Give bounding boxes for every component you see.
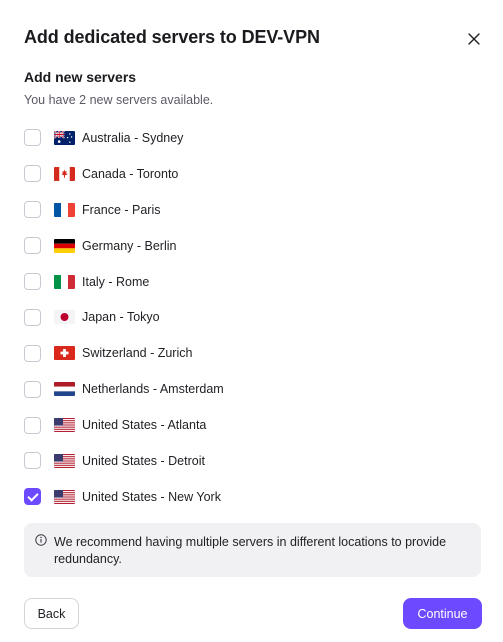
server-checkbox[interactable] bbox=[24, 416, 41, 434]
server-checkbox[interactable] bbox=[24, 308, 41, 326]
server-label: Australia - Sydney bbox=[82, 130, 184, 145]
australia-flag-icon bbox=[54, 130, 75, 145]
server-checkbox[interactable] bbox=[24, 273, 41, 290]
switzerland-flag-icon bbox=[54, 346, 75, 361]
server-checkbox[interactable] bbox=[24, 380, 41, 398]
united-states-flag-icon bbox=[54, 453, 75, 468]
server-row-switzerland-zurich[interactable]: Switzerland - Zurich bbox=[24, 335, 484, 371]
close-icon bbox=[468, 33, 480, 45]
section-subtitle: You have 2 new servers available. bbox=[24, 93, 214, 107]
note-text: We recommend having multiple servers in … bbox=[54, 535, 447, 566]
server-checkbox-checked[interactable] bbox=[24, 488, 41, 506]
server-label: Germany - Berlin bbox=[82, 238, 177, 253]
server-checkbox[interactable] bbox=[24, 165, 41, 183]
server-row-germany-berlin[interactable]: Germany - Berlin bbox=[24, 228, 484, 264]
server-row-japan-tokyo[interactable]: Japan - Tokyo bbox=[24, 299, 484, 335]
server-checkbox[interactable] bbox=[24, 237, 41, 255]
server-row-united-states-new-york[interactable]: United States - New York bbox=[24, 479, 484, 515]
server-label: Netherlands - Amsterdam bbox=[82, 382, 224, 397]
server-list: Australia - Sydney Canada - Toronto Fran… bbox=[24, 120, 484, 515]
recommendation-note: We recommend having multiple servers in … bbox=[24, 523, 481, 577]
back-button[interactable]: Back bbox=[24, 598, 79, 629]
section-title: Add new servers bbox=[24, 69, 137, 85]
server-checkbox[interactable] bbox=[24, 129, 41, 147]
server-checkbox[interactable] bbox=[24, 452, 41, 470]
server-checkbox[interactable] bbox=[24, 201, 41, 219]
server-row-united-states-atlanta[interactable]: United States - Atlanta bbox=[24, 407, 484, 443]
server-row-netherlands-amsterdam[interactable]: Netherlands - Amsterdam bbox=[24, 371, 484, 407]
server-row-france-paris[interactable]: France - Paris bbox=[24, 192, 484, 228]
add-servers-dialog: Add dedicated servers to DEV-VPN Add new… bbox=[0, 0, 503, 642]
server-label: Japan - Tokyo bbox=[82, 310, 160, 325]
server-label: Canada - Toronto bbox=[82, 166, 179, 181]
japan-flag-icon bbox=[54, 310, 75, 325]
server-label: Italy - Rome bbox=[82, 274, 150, 289]
server-label: United States - New York bbox=[82, 489, 221, 504]
info-icon bbox=[35, 534, 47, 546]
continue-button[interactable]: Continue bbox=[403, 598, 482, 629]
server-row-canada-toronto[interactable]: Canada - Toronto bbox=[24, 156, 484, 192]
server-label: France - Paris bbox=[82, 202, 161, 217]
united-states-flag-icon bbox=[54, 489, 75, 504]
server-label: United States - Detroit bbox=[82, 453, 205, 468]
close-button[interactable] bbox=[462, 27, 486, 51]
united-states-flag-icon bbox=[54, 418, 75, 433]
server-row-australia-sydney[interactable]: Australia - Sydney bbox=[24, 120, 484, 156]
server-label: United States - Atlanta bbox=[82, 418, 207, 433]
france-flag-icon bbox=[54, 202, 75, 217]
server-row-italy-rome[interactable]: Italy - Rome bbox=[24, 264, 484, 300]
germany-flag-icon bbox=[54, 238, 75, 253]
server-label: Switzerland - Zurich bbox=[82, 346, 193, 361]
netherlands-flag-icon bbox=[54, 382, 75, 397]
dialog-title: Add dedicated servers to DEV-VPN bbox=[24, 27, 320, 47]
server-row-united-states-detroit[interactable]: United States - Detroit bbox=[24, 443, 484, 479]
server-checkbox[interactable] bbox=[24, 344, 41, 362]
italy-flag-icon bbox=[54, 274, 75, 289]
canada-flag-icon bbox=[54, 166, 75, 181]
